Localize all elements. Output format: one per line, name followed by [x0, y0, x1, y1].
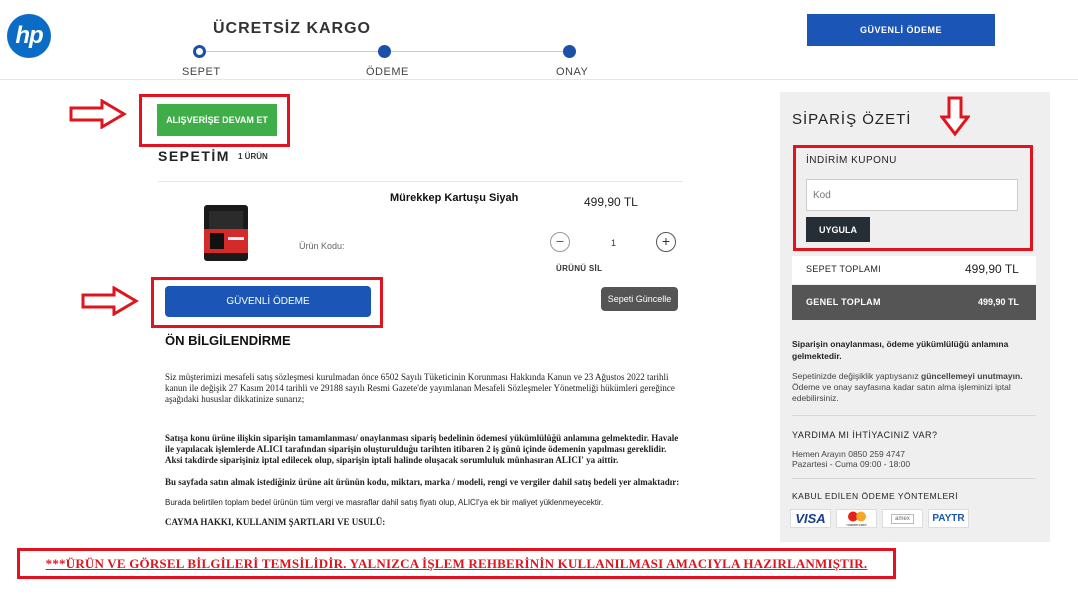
payment-methods-title: KABUL EDİLEN ÖDEME YÖNTEMLERİ	[792, 491, 959, 501]
step-label-cart: SEPET	[182, 66, 221, 78]
product-code-label: Ürün Kodu:	[299, 241, 345, 251]
plus-icon: +	[661, 233, 671, 249]
increase-quantity-button[interactable]: +	[656, 232, 676, 252]
step-dot-confirm	[563, 45, 576, 58]
cart-divider	[158, 181, 683, 182]
sidebar-divider	[792, 478, 1036, 479]
paytr-icon: PAYTR	[928, 509, 969, 528]
info-paragraph: Siz müşterimizi mesafeli satış sözleşmes…	[165, 372, 675, 404]
cart-item-count: 1 ÜRÜN	[238, 152, 268, 161]
continue-shopping-button[interactable]: ALIŞVERİŞE DEVAM ET	[157, 104, 277, 136]
disclaimer-text: ***ÜRÜN VE GÖRSEL BİLGİLERİ TEMSİLİDİR. …	[45, 555, 868, 571]
subtotal-value: 499,90 TL	[965, 262, 1019, 276]
ink-cartridge-image	[204, 205, 248, 261]
info-paragraph: Bu sayfada satın almak istediğiniz ürüne…	[165, 477, 680, 487]
info-paragraph: Satışa konu ürüne ilişkin siparişin tama…	[165, 433, 679, 465]
product-price: 499,90 TL	[584, 195, 638, 209]
subtotal-label: SEPET TOPLAMI	[806, 264, 881, 274]
header-divider	[0, 79, 1078, 80]
product-name[interactable]: Mürekkep Kartuşu Siyah	[390, 192, 518, 204]
decrease-quantity-button[interactable]: −	[550, 232, 570, 252]
step-dot-payment	[378, 45, 391, 58]
info-paragraph: Burada belirtilen toplam bedel ürünün tü…	[165, 498, 604, 507]
total-value: 499,90 TL	[978, 297, 1020, 307]
annotation-arrow-icon	[69, 99, 127, 129]
free-shipping-label: ÜCRETSİZ KARGO	[213, 20, 371, 37]
confirmation-note: Siparişin onaylanması, ödeme yükümlülüğü…	[792, 339, 1009, 361]
annotation-arrow-down-icon	[940, 96, 970, 137]
help-phone[interactable]: Hemen Arayın 0850 259 4747	[792, 449, 905, 459]
step-dot-cart	[193, 45, 206, 58]
coupon-code-input[interactable]	[806, 179, 1018, 211]
minus-icon: −	[555, 233, 565, 249]
secure-checkout-top-button[interactable]: GÜVENLİ ÖDEME	[807, 14, 995, 46]
apply-coupon-button[interactable]: UYGULA	[806, 217, 870, 242]
annotation-arrow-icon	[81, 286, 139, 316]
help-title: YARDIMA MI İHTİYACINIZ VAR?	[792, 430, 938, 440]
cart-update-note: Sepetinizde değişiklik yaptıysanız günce…	[792, 371, 1023, 403]
quantity-value: 1	[611, 238, 617, 248]
step-label-payment: ÖDEME	[366, 66, 409, 78]
disclaimer-box: ***ÜRÜN VE GÖRSEL BİLGİLERİ TEMSİLİDİR. …	[17, 548, 896, 579]
update-cart-button[interactable]: Sepeti Güncelle	[601, 287, 678, 311]
info-paragraph: CAYMA HAKKI, KULLANIM ŞARTLARI VE USULÜ:	[165, 517, 386, 527]
secure-checkout-button[interactable]: GÜVENLİ ÖDEME	[165, 286, 371, 317]
help-hours: Pazartesi - Cuma 09:00 - 18:00	[792, 459, 911, 469]
total-label: GENEL TOPLAM	[806, 297, 881, 307]
hp-logo[interactable]: hp	[7, 14, 51, 58]
pre-information-title: ÖN BİLGİLENDİRME	[165, 333, 291, 348]
coupon-title: İNDİRİM KUPONU	[806, 155, 897, 166]
sidebar-divider	[792, 415, 1036, 416]
remove-product-link[interactable]: ÜRÜNÜ SİL	[556, 264, 602, 273]
amex-icon: amex	[882, 509, 923, 528]
order-summary-title: SİPARİŞ ÖZETİ	[792, 111, 912, 128]
visa-icon: VISA	[790, 509, 831, 528]
mastercard-icon: mastercard	[836, 509, 877, 528]
cart-title: SEPETİM	[158, 148, 230, 164]
step-label-confirm: ONAY	[556, 66, 589, 78]
